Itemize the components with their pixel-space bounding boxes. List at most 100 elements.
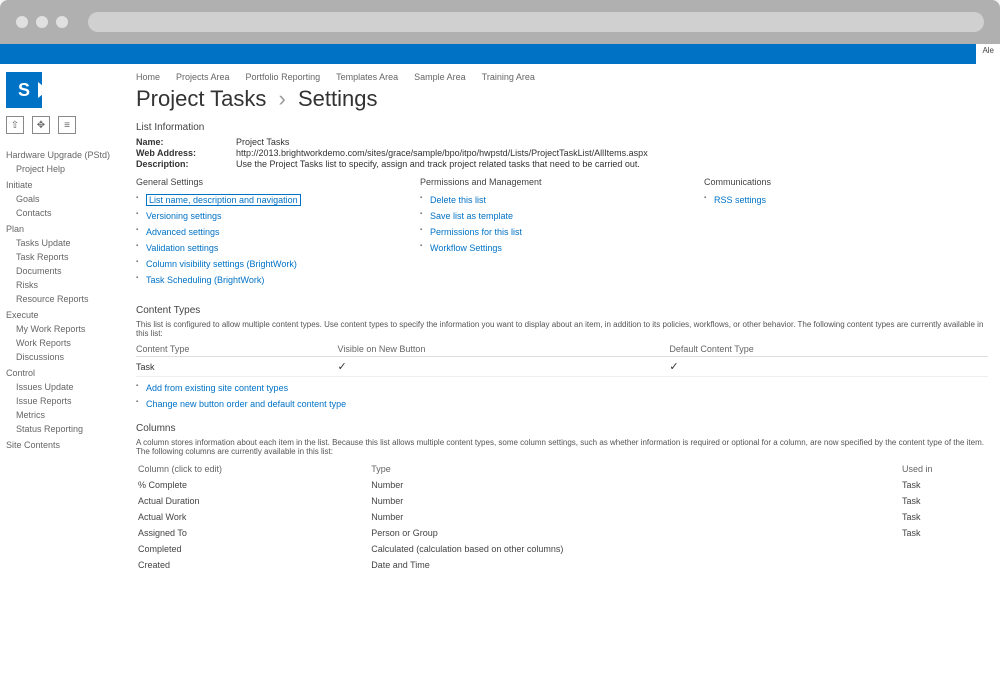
sidenav-item[interactable]: Metrics	[6, 408, 124, 422]
sidenav-item[interactable]: Documents	[6, 264, 124, 278]
permissions-col: Permissions and Management Delete this l…	[420, 177, 704, 291]
settings-link[interactable]: Versioning settings	[146, 211, 222, 221]
settings-link[interactable]: Add from existing site content types	[146, 383, 288, 393]
content-types-title: Content Types	[136, 305, 988, 316]
browser-window: Ale S ⇧ ✥ ≡ Hardware Upgrade (PStd)Proje…	[0, 0, 1000, 695]
column-cell	[902, 542, 986, 556]
table-header: Visible on New Button	[338, 342, 670, 357]
content-types-desc: This list is configured to allow multipl…	[136, 320, 988, 338]
column-name[interactable]: % Complete	[138, 478, 369, 492]
sharepoint-ribbon: Ale	[0, 44, 1000, 64]
sidenav-heading[interactable]: Site Contents	[6, 436, 124, 452]
sidenav-item[interactable]: Goals	[6, 192, 124, 206]
topnav-item[interactable]: Training Area	[482, 72, 535, 82]
list-icon[interactable]: ≡	[58, 116, 76, 134]
table-row: Actual DurationNumberTask	[138, 494, 986, 508]
table-row: Assigned ToPerson or GroupTask	[138, 526, 986, 540]
sidenav-item[interactable]: My Work Reports	[6, 322, 124, 336]
sidenav-item[interactable]: Project Help	[6, 162, 124, 176]
sidenav-item[interactable]: Work Reports	[6, 336, 124, 350]
check-icon: ✓	[669, 361, 678, 373]
quick-actions: ⇧ ✥ ≡	[6, 116, 124, 134]
column-name[interactable]: Created	[138, 558, 369, 572]
sidenav-item[interactable]: Tasks Update	[6, 236, 124, 250]
settings-link[interactable]: Validation settings	[146, 243, 218, 253]
column-cell: Person or Group	[371, 526, 900, 540]
webaddr-value[interactable]: http://2013.brightworkdemo.com/sites/gra…	[236, 148, 988, 158]
sharepoint-s-icon: S	[18, 80, 30, 101]
column-name[interactable]: Completed	[138, 542, 369, 556]
column-cell: Task	[902, 478, 986, 492]
left-column: S ⇧ ✥ ≡ Hardware Upgrade (PStd)Project H…	[0, 64, 130, 695]
user-menu[interactable]: Ale	[976, 44, 1000, 64]
address-bar[interactable]	[88, 12, 984, 32]
close-icon[interactable]	[16, 16, 28, 28]
content-type-name[interactable]: Task	[136, 357, 338, 377]
sidenav-heading[interactable]: Plan	[6, 220, 124, 236]
sidenav-item[interactable]: Issue Reports	[6, 394, 124, 408]
settings-link[interactable]: Permissions for this list	[430, 227, 522, 237]
upload-icon[interactable]: ⇧	[6, 116, 24, 134]
desc-label: Description:	[136, 159, 236, 169]
sidenav-item[interactable]: Task Reports	[6, 250, 124, 264]
column-cell: Task	[902, 510, 986, 524]
settings-link[interactable]: RSS settings	[714, 195, 766, 205]
column-cell: Number	[371, 478, 900, 492]
topnav-item[interactable]: Sample Area	[414, 72, 466, 82]
sidenav-item[interactable]: Status Reporting	[6, 422, 124, 436]
table-row: % CompleteNumberTask	[138, 478, 986, 492]
column-cell: Date and Time	[371, 558, 900, 572]
sidenav-heading[interactable]: Execute	[6, 306, 124, 322]
column-name[interactable]: Actual Work	[138, 510, 369, 524]
table-row: Task✓✓	[136, 357, 988, 377]
topnav-item[interactable]: Templates Area	[336, 72, 398, 82]
settings-link[interactable]: Change new button order and default cont…	[146, 399, 346, 409]
column-name[interactable]: Actual Duration	[138, 494, 369, 508]
sidenav-heading[interactable]: Hardware Upgrade (PStd)	[6, 146, 124, 162]
content-types-block: Content Types This list is configured to…	[136, 305, 988, 409]
sidenav-heading[interactable]: Initiate	[6, 176, 124, 192]
webaddr-label: Web Address:	[136, 148, 236, 158]
minimize-icon[interactable]	[36, 16, 48, 28]
top-navigation: Home Projects Area Portfolio Reporting Temp…	[136, 72, 988, 82]
sharepoint-logo[interactable]: S	[6, 72, 42, 108]
settings-link[interactable]: Column visibility settings (BrightWork)	[146, 259, 297, 269]
sidenav-item[interactable]: Resource Reports	[6, 292, 124, 306]
settings-link[interactable]: Task Scheduling (BrightWork)	[146, 275, 264, 285]
chevron-right-icon: ›	[279, 86, 286, 111]
settings-link[interactable]: Advanced settings	[146, 227, 220, 237]
table-row: CompletedCalculated (calculation based o…	[138, 542, 986, 556]
column-cell: Number	[371, 510, 900, 524]
settings-link[interactable]: Workflow Settings	[430, 243, 502, 253]
sidenav-item[interactable]: Issues Update	[6, 380, 124, 394]
maximize-icon[interactable]	[56, 16, 68, 28]
breadcrumb-page: Settings	[298, 86, 378, 111]
topnav-item[interactable]: Projects Area	[176, 72, 230, 82]
column-name[interactable]: Assigned To	[138, 526, 369, 540]
table-header: Type	[371, 462, 900, 476]
table-header: Content Type	[136, 342, 338, 357]
chevron-right-icon	[38, 82, 48, 98]
table-row: CreatedDate and Time	[138, 558, 986, 572]
content-types-table: Content TypeVisible on New ButtonDefault…	[136, 342, 988, 377]
sidenav-item[interactable]: Discussions	[6, 350, 124, 364]
column-cell	[902, 558, 986, 572]
settings-link[interactable]: List name, description and navigation	[146, 194, 301, 206]
breadcrumb-list[interactable]: Project Tasks	[136, 86, 266, 111]
check-icon: ✓	[338, 361, 347, 373]
desc-value: Use the Project Tasks list to specify, a…	[236, 159, 988, 169]
traffic-lights	[16, 16, 68, 28]
general-settings-title: General Settings	[136, 177, 420, 187]
table-row: Actual WorkNumberTask	[138, 510, 986, 524]
topnav-item[interactable]: Portfolio Reporting	[246, 72, 321, 82]
sidenav-item[interactable]: Contacts	[6, 206, 124, 220]
column-cell: Number	[371, 494, 900, 508]
settings-link[interactable]: Save list as template	[430, 211, 513, 221]
move-icon[interactable]: ✥	[32, 116, 50, 134]
side-navigation: Hardware Upgrade (PStd)Project HelpIniti…	[6, 146, 124, 452]
settings-link[interactable]: Delete this list	[430, 195, 486, 205]
sidenav-heading[interactable]: Control	[6, 364, 124, 380]
topnav-item[interactable]: Home	[136, 72, 160, 82]
sidenav-item[interactable]: Risks	[6, 278, 124, 292]
main-content: Home Projects Area Portfolio Reporting Temp…	[130, 64, 1000, 695]
